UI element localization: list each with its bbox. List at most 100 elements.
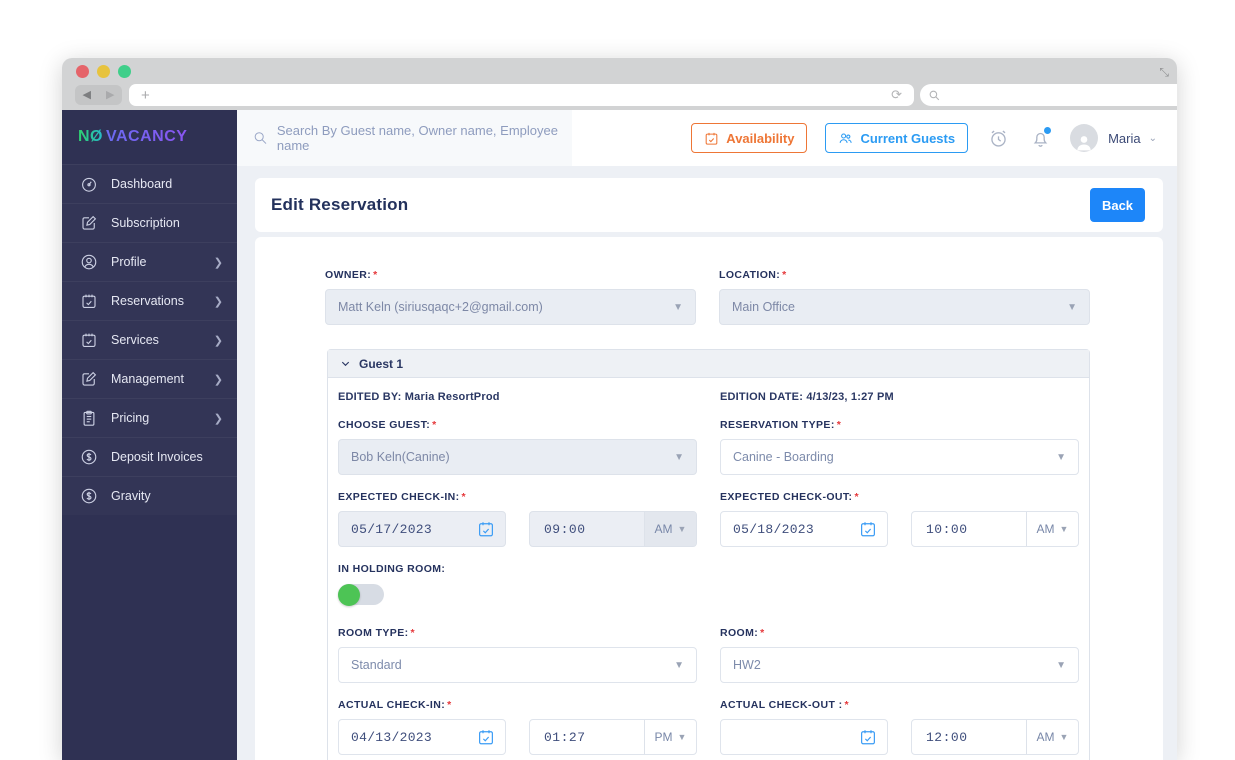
current-guests-label: Current Guests bbox=[860, 130, 956, 146]
chevron-right-icon: ❯ bbox=[213, 256, 223, 269]
edition-date-text: EDITION DATE: 4/13/23, 1:27 PM bbox=[720, 391, 894, 403]
sidebar-item-label: Subscription bbox=[111, 216, 180, 230]
room-label: ROOM: * bbox=[720, 627, 765, 639]
app-topbar: Search By Guest name, Owner name, Employ… bbox=[237, 110, 1177, 166]
user-menu-chevron-icon[interactable]: ⌄ bbox=[1149, 133, 1157, 144]
sidebar-item-subscription[interactable]: Subscription bbox=[62, 203, 237, 242]
new-tab-icon[interactable]: + bbox=[141, 87, 150, 104]
actual-checkin-date-input[interactable]: 04/13/2023 bbox=[338, 719, 506, 755]
actual-checkin-time-input[interactable]: 01:27 PM ▼ bbox=[529, 719, 697, 755]
traffic-lights bbox=[76, 65, 131, 78]
app-logo[interactable]: NØ VACANCY bbox=[62, 110, 237, 164]
caret-down-icon: ▼ bbox=[1056, 451, 1066, 463]
browser-search-field[interactable] bbox=[920, 84, 1177, 106]
expected-checkout-meridiem-select[interactable]: AM ▼ bbox=[1026, 512, 1078, 546]
guest-accordion-header[interactable]: Guest 1 bbox=[328, 350, 1089, 378]
sidebar-item-pricing[interactable]: Pricing ❯ bbox=[62, 398, 237, 437]
expected-checkout-time-input[interactable]: 10:00 AM ▼ bbox=[911, 511, 1079, 547]
expand-window-icon[interactable]: ⤡ bbox=[1159, 65, 1169, 80]
dollar-circle-icon bbox=[81, 488, 97, 504]
expected-checkout-date-input[interactable]: 05/18/2023 bbox=[720, 511, 888, 547]
current-guests-button[interactable]: Current Guests bbox=[825, 123, 969, 153]
zoom-window-button[interactable] bbox=[118, 65, 131, 78]
sidebar-item-services[interactable]: Services ❯ bbox=[62, 320, 237, 359]
sidebar-item-dashboard[interactable]: Dashboard bbox=[62, 164, 237, 203]
caret-down-icon: ▼ bbox=[677, 524, 687, 534]
chevron-down-icon bbox=[341, 361, 350, 367]
choose-guest-label: CHOOSE GUEST: * bbox=[338, 419, 437, 431]
choose-guest-select[interactable]: Bob Keln(Canine) ▼ bbox=[338, 439, 697, 475]
calendar-icon bbox=[479, 522, 493, 537]
actual-checkin-meridiem-select[interactable]: PM ▼ bbox=[644, 720, 696, 754]
required-asterisk: * bbox=[432, 419, 437, 431]
sidebar-item-deposit-invoices[interactable]: Deposit Invoices bbox=[62, 437, 237, 476]
forward-arrow-icon[interactable]: ▶ bbox=[106, 89, 114, 101]
availability-button[interactable]: Availability bbox=[691, 123, 808, 153]
actual-checkout-meridiem-select[interactable]: AM ▼ bbox=[1026, 720, 1078, 754]
global-search-input[interactable]: Search By Guest name, Owner name, Employ… bbox=[237, 110, 572, 166]
required-asterisk: * bbox=[854, 491, 859, 503]
back-button[interactable]: Back bbox=[1090, 188, 1145, 222]
username-label[interactable]: Maria bbox=[1108, 131, 1141, 146]
search-icon bbox=[929, 90, 940, 100]
person-icon bbox=[1077, 136, 1091, 151]
expected-checkin-date-input[interactable]: 05/17/2023 bbox=[338, 511, 506, 547]
caret-down-icon: ▼ bbox=[1067, 301, 1077, 313]
caret-down-icon: ▼ bbox=[1059, 732, 1069, 742]
calendar-check-icon bbox=[82, 294, 96, 308]
reservation-type-select[interactable]: Canine - Boarding ▼ bbox=[720, 439, 1079, 475]
expected-checkin-meridiem-select[interactable]: AM ▼ bbox=[644, 512, 696, 546]
expected-checkout-date-value: 05/18/2023 bbox=[733, 521, 815, 537]
close-window-button[interactable] bbox=[76, 65, 89, 78]
owner-select[interactable]: Matt Keln (siriusqaqc+2@gmail.com) ▼ bbox=[325, 289, 696, 325]
room-select[interactable]: HW2 ▼ bbox=[720, 647, 1079, 683]
room-type-label: ROOM TYPE: * bbox=[338, 627, 416, 639]
sidebar-item-label: Pricing bbox=[111, 411, 150, 425]
location-label: LOCATION: * bbox=[719, 269, 787, 281]
sidebar-item-label: Gravity bbox=[111, 489, 151, 503]
sidebar-item-label: Profile bbox=[111, 255, 147, 269]
main-area: Search By Guest name, Owner name, Employ… bbox=[237, 110, 1177, 760]
sidebar-item-gravity[interactable]: Gravity bbox=[62, 476, 237, 515]
notifications-button[interactable] bbox=[1028, 126, 1052, 150]
expected-checkin-label: EXPECTED CHECK-IN: * bbox=[338, 491, 467, 503]
edited-by-text: EDITED BY: Maria ResortProd bbox=[338, 391, 500, 403]
required-asterisk: * bbox=[760, 627, 765, 639]
chevron-right-icon: ❯ bbox=[213, 334, 223, 347]
user-circle-icon bbox=[81, 254, 97, 270]
caret-down-icon: ▼ bbox=[674, 451, 684, 463]
reservation-type-value: Canine - Boarding bbox=[733, 450, 834, 464]
choose-guest-value: Bob Keln(Canine) bbox=[351, 450, 450, 464]
expected-checkout-time-value: 10:00 bbox=[926, 521, 968, 537]
sidebar-nav: Dashboard Subscription Profile ❯ Reservation… bbox=[62, 164, 237, 515]
alarm-button[interactable] bbox=[986, 126, 1010, 150]
sidebar-item-management[interactable]: Management ❯ bbox=[62, 359, 237, 398]
actual-checkout-label: ACTUAL CHECK-OUT : * bbox=[720, 699, 849, 711]
toggle-knob bbox=[338, 583, 360, 606]
minimize-window-button[interactable] bbox=[97, 65, 110, 78]
expected-checkin-time-input[interactable]: 09:00 AM ▼ bbox=[529, 511, 697, 547]
actual-checkout-date-input[interactable] bbox=[720, 719, 888, 755]
address-bar[interactable]: + ⟳ bbox=[129, 84, 914, 106]
edit-square-icon bbox=[82, 215, 97, 230]
sidebar-item-profile[interactable]: Profile ❯ bbox=[62, 242, 237, 281]
actual-checkout-time-input[interactable]: 12:00 AM ▼ bbox=[911, 719, 1079, 755]
location-select[interactable]: Main Office ▼ bbox=[719, 289, 1090, 325]
expected-checkin-date-value: 05/17/2023 bbox=[351, 521, 433, 537]
actual-checkin-time-value: 01:27 bbox=[544, 729, 586, 745]
caret-down-icon: ▼ bbox=[674, 659, 684, 671]
room-type-select[interactable]: Standard ▼ bbox=[338, 647, 697, 683]
in-holding-room-toggle[interactable] bbox=[338, 583, 384, 606]
required-asterisk: * bbox=[844, 699, 849, 711]
back-arrow-icon[interactable]: ◀ bbox=[83, 89, 91, 101]
sidebar-item-label: Reservations bbox=[111, 294, 184, 308]
calendar-check-icon bbox=[82, 333, 96, 347]
sidebar-item-reservations[interactable]: Reservations ❯ bbox=[62, 281, 237, 320]
logo-part-1: NØ bbox=[78, 128, 103, 145]
reload-icon[interactable]: ⟳ bbox=[891, 87, 902, 103]
actual-checkin-date-value: 04/13/2023 bbox=[351, 729, 433, 745]
clipboard-icon bbox=[83, 410, 95, 426]
sidebar-item-label: Deposit Invoices bbox=[111, 450, 203, 464]
user-avatar[interactable] bbox=[1070, 124, 1099, 152]
alarm-clock-icon bbox=[990, 130, 1006, 147]
